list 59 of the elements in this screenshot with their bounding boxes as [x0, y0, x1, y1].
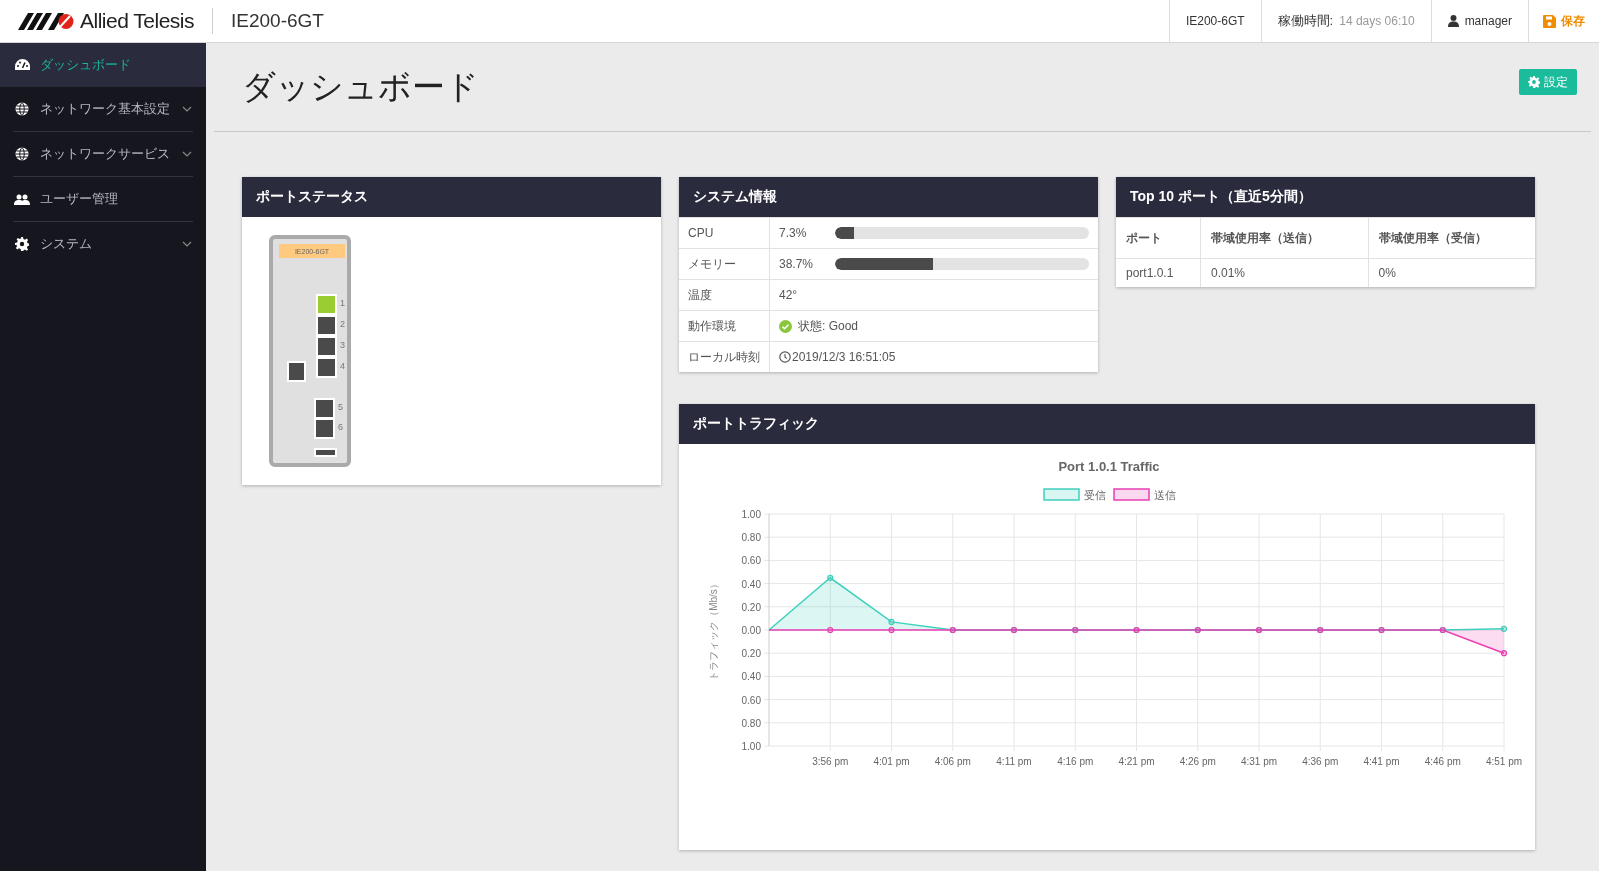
- device-model-title: IE200-6GT: [230, 10, 325, 32]
- uptime-value: 14 days 06:10: [1339, 14, 1415, 28]
- port-number: 2: [340, 319, 345, 329]
- status-text: 状態: Good: [798, 317, 859, 335]
- card-title: ポートトラフィック: [679, 404, 1535, 444]
- legend-label: 送信: [1154, 489, 1176, 501]
- x-tick-label: 4:26 pm: [1179, 756, 1216, 767]
- card-title: Top 10 ポート（直近5分間）: [1116, 177, 1535, 217]
- y-tick-label: 0.80: [741, 532, 761, 544]
- table-cell: 動作環境: [679, 310, 770, 342]
- y-tick-label: 0.20: [741, 648, 761, 660]
- y-tick-label: 0.20: [741, 601, 761, 613]
- page-title: ダッシュボード: [242, 66, 479, 107]
- table-cell: ローカル時刻: [679, 341, 770, 372]
- uptime-label: 稼働時間:: [1277, 12, 1334, 30]
- x-tick-label: 4:01 pm: [873, 756, 910, 767]
- x-tick-label: 4:16 pm: [1057, 756, 1094, 767]
- x-tick-label: 4:21 pm: [1118, 756, 1155, 767]
- table-cell: port1.0.1: [1116, 258, 1201, 287]
- table-cell: 温度: [679, 279, 770, 311]
- legend-label: 受信: [1084, 489, 1106, 501]
- port-number: 5: [338, 402, 343, 412]
- y-tick-label: 1.00: [741, 509, 761, 520]
- table-cell: 0.01%: [1200, 258, 1369, 287]
- x-tick-label: 4:36 pm: [1302, 756, 1339, 767]
- y-tick-label: 0.60: [741, 694, 761, 706]
- table-cell: メモリー: [679, 248, 770, 280]
- meter-value: 38.7%: [779, 257, 815, 271]
- port-number: 1: [340, 298, 345, 308]
- card-title: システム情報: [679, 177, 1098, 217]
- column-header: 帯域使用率（送信）: [1200, 217, 1369, 259]
- column-header: ポート: [1116, 217, 1201, 259]
- y-tick-label: 0.60: [741, 555, 761, 567]
- y-tick-label: 0.40: [741, 671, 761, 683]
- x-tick-label: 4:51 pm: [1485, 756, 1523, 767]
- y-axis-title: トラフィック（Mb/s）: [708, 579, 719, 681]
- table-cell: 0%: [1368, 258, 1535, 287]
- x-tick-label: 4:11 pm: [996, 756, 1032, 767]
- x-tick-label: 3:56 pm: [812, 756, 849, 767]
- port-number: 4: [340, 361, 345, 371]
- x-tick-label: 4:41 pm: [1363, 756, 1400, 767]
- meter-value: 7.3%: [779, 226, 808, 240]
- card-title: ポートステータス: [242, 177, 661, 217]
- x-tick-label: 4:06 pm: [934, 756, 971, 767]
- time-text: 2019/12/3 16:51:05: [792, 350, 896, 364]
- column-header: 帯域使用率（受信）: [1368, 217, 1535, 259]
- x-tick-label: 4:46 pm: [1424, 756, 1461, 767]
- y-tick-label: 1.00: [741, 741, 761, 752]
- device-name: IE200-6GT: [1185, 14, 1245, 28]
- y-tick-label: 0.00: [741, 625, 761, 636]
- table-cell: CPU: [679, 217, 770, 249]
- y-tick-label: 0.40: [741, 578, 761, 590]
- brand-name: Allied Telesis: [80, 9, 194, 33]
- chart-title: Port 1.0.1 Traffic: [1058, 459, 1160, 474]
- port-number: 6: [338, 422, 343, 432]
- y-tick-label: 0.80: [741, 717, 761, 729]
- x-tick-label: 4:31 pm: [1240, 756, 1278, 767]
- port-number: 3: [340, 340, 345, 350]
- table-cell: 42°: [769, 279, 1098, 311]
